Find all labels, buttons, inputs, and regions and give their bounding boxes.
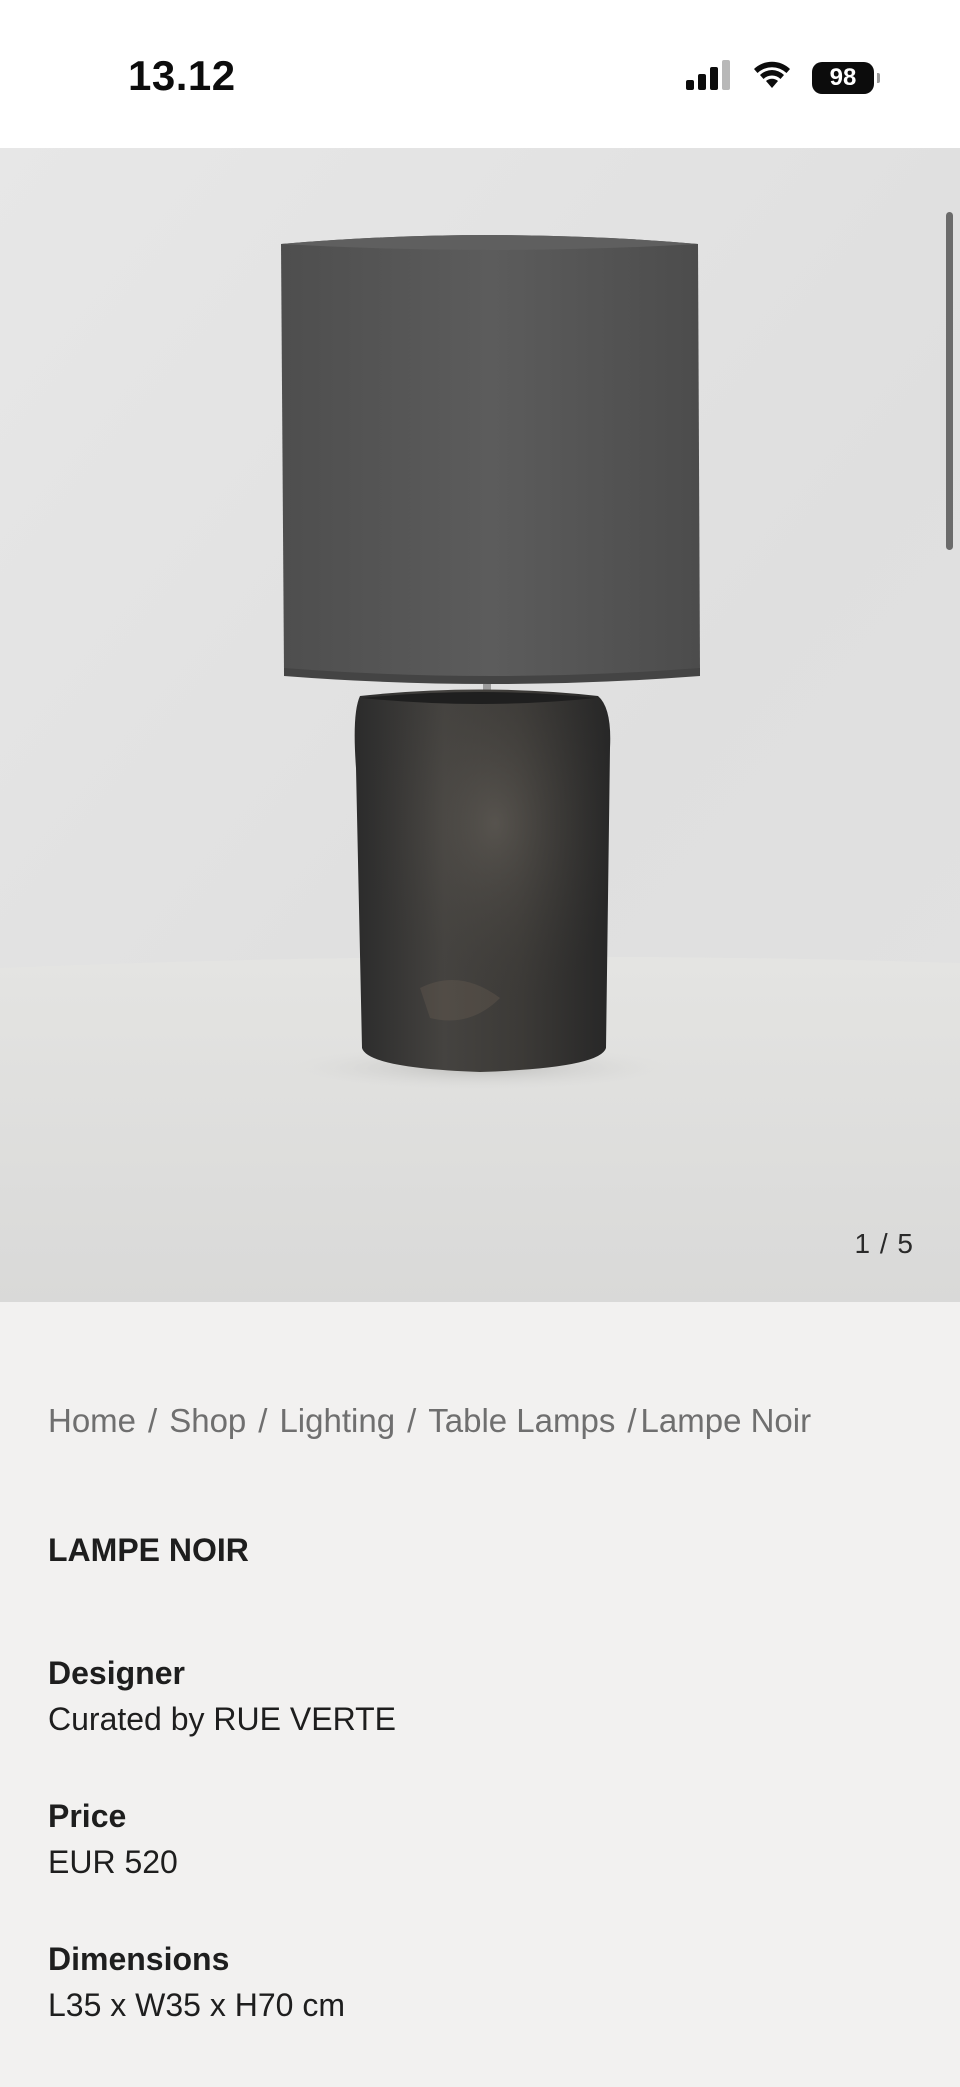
designer-value: Curated by RUE VERTE <box>48 1701 396 1737</box>
designer-label: Designer <box>48 1655 185 1691</box>
status-bar: 13.12 98 <box>0 0 960 148</box>
product-details: Home / Shop / Lighting / Table Lamps / Lampe Noi… <box>0 1302 960 2087</box>
product-image[interactable] <box>0 148 960 1302</box>
image-counter: 1 / 5 <box>854 1228 914 1259</box>
battery-icon: 98 <box>812 61 880 94</box>
breadcrumb-lighting[interactable]: Lighting <box>279 1402 395 1439</box>
breadcrumb-separator: / <box>627 1402 637 1439</box>
breadcrumb-separator: / <box>258 1402 268 1439</box>
wifi-icon <box>752 60 792 95</box>
designer-section: Designer Curated by RUE VERTE <box>48 1650 396 1742</box>
status-time: 13.12 <box>128 52 236 99</box>
breadcrumb-current: Lampe Noir <box>640 1402 812 1439</box>
dimensions-section: Dimensions L35 x W35 x H70 cm <box>48 1936 345 2028</box>
price-value: EUR 520 <box>48 1844 178 1880</box>
dimensions-label: Dimensions <box>48 1941 230 1977</box>
battery-level: 98 <box>829 63 857 91</box>
breadcrumb-separator: / <box>148 1402 158 1439</box>
breadcrumb-home[interactable]: Home <box>48 1402 136 1439</box>
price-section: Price EUR 520 <box>48 1793 178 1885</box>
dimensions-value: L35 x W35 x H70 cm <box>48 1987 345 2023</box>
breadcrumb-table-lamps[interactable]: Table Lamps <box>428 1402 615 1439</box>
status-icons: 98 <box>686 60 880 95</box>
signal-icon <box>686 60 732 95</box>
breadcrumb-separator: / <box>407 1402 417 1439</box>
scroll-indicator[interactable] <box>946 212 953 550</box>
breadcrumb-shop[interactable]: Shop <box>169 1402 246 1439</box>
product-title: LAMPE NOIR <box>48 1532 249 1568</box>
lamp-photo <box>0 148 960 1302</box>
breadcrumb: Home / Shop / Lighting / Table Lamps / Lampe Noi… <box>48 1402 811 1440</box>
price-label: Price <box>48 1798 127 1834</box>
